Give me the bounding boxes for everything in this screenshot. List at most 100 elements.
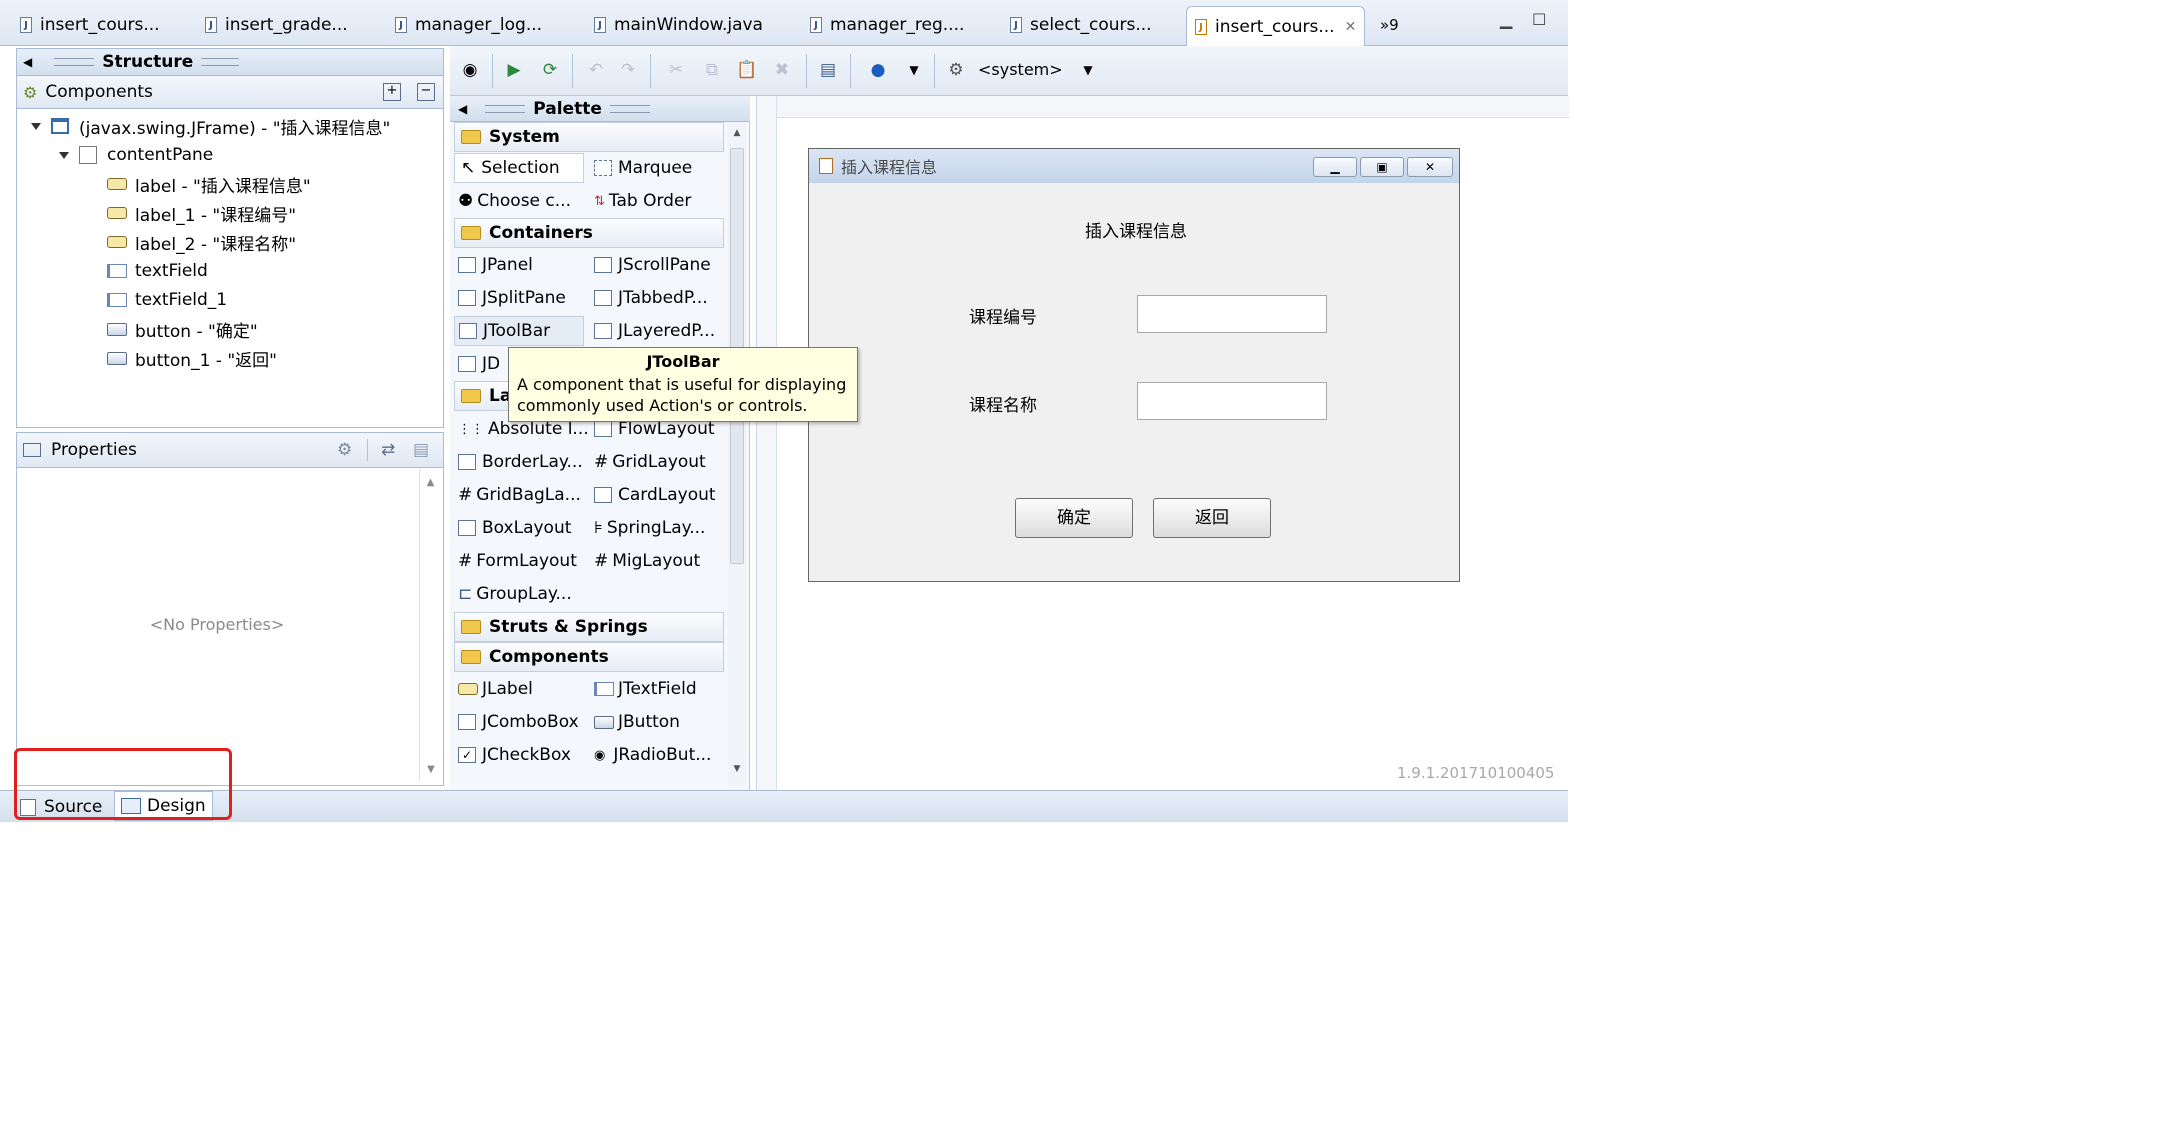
editor-tab-insert-course-active[interactable]: Jinsert_cours... ✕ <box>1186 6 1366 47</box>
tree-expander-icon[interactable] <box>31 122 41 130</box>
no-properties-text: <No Properties> <box>149 615 285 634</box>
scroll-down-icon[interactable]: ▼ <box>728 764 746 774</box>
expand-all-icon[interactable]: + <box>383 83 401 101</box>
palette-item-formlayout[interactable]: # FormLayout <box>458 546 577 576</box>
palette-item-boxlayout[interactable]: BoxLayout <box>458 513 571 543</box>
editor-tab-insert-course[interactable]: Jinsert_cours... <box>20 8 160 42</box>
palette-item-jcheckbox[interactable]: ✓ JCheckBox <box>458 740 571 770</box>
tab-order-icon[interactable]: ▤ <box>816 58 840 82</box>
test-gui-icon[interactable]: ◉ <box>458 58 482 82</box>
look-and-feel-selector[interactable]: <system> <box>978 60 1063 79</box>
collapse-left-icon[interactable]: ◀ <box>23 55 32 69</box>
ok-button[interactable]: 确定 <box>1015 498 1133 538</box>
editor-tab-select-course[interactable]: Jselect_cours... <box>1010 8 1152 42</box>
course-code-field[interactable] <box>1137 295 1327 333</box>
frame-maximize-icon[interactable]: ▣ <box>1360 157 1404 177</box>
collapse-palette-icon[interactable]: ◀ <box>458 102 467 116</box>
collapse-all-icon[interactable]: − <box>417 83 435 101</box>
palette-item-borderlayout[interactable]: BorderLay... <box>458 447 583 477</box>
globe-dropdown-icon[interactable]: ▼ <box>902 58 926 82</box>
drag-grip-icon[interactable] <box>485 104 526 113</box>
goto-definition-icon[interactable]: ⇄ <box>381 440 395 460</box>
editor-tab-main-window[interactable]: JmainWindow.java <box>594 8 763 42</box>
tree-item-button-1[interactable]: button_1 - "返回" <box>107 345 277 371</box>
look-and-feel-dropdown-icon[interactable]: ▼ <box>1076 58 1100 82</box>
heading-label: 插入课程信息 <box>1085 222 1187 242</box>
palette-category-system[interactable]: System <box>454 122 724 152</box>
palette-item-selection[interactable]: ↖ Selection <box>454 153 584 183</box>
palette-item-tab-order[interactable]: ⇅ Tab Order <box>594 186 691 216</box>
drag-grip-icon[interactable] <box>609 104 650 113</box>
properties-scrollbar[interactable]: ▲ ▼ <box>419 469 441 781</box>
tree-item-label-2[interactable]: label_2 - "课程名称" <box>107 229 296 255</box>
palette-item-jpanel[interactable]: JPanel <box>458 250 533 280</box>
palette-item-jlabel[interactable]: JLabel <box>458 674 533 704</box>
minimize-icon[interactable]: ▁ <box>1500 10 1512 29</box>
palette-item-jbutton[interactable]: JButton <box>594 707 680 737</box>
palette-item-miglayout[interactable]: # MigLayout <box>594 546 700 576</box>
palette-item-jsplitpane[interactable]: JSplitPane <box>458 283 566 313</box>
tree-item-contentpane[interactable]: contentPane <box>59 142 213 168</box>
tree-item-jframe[interactable]: (javax.swing.JFrame) - "插入课程信息" <box>31 113 390 139</box>
copy-icon[interactable]: ⧉ <box>700 58 724 82</box>
scroll-down-icon[interactable]: ▼ <box>420 764 442 775</box>
palette-item-choose-component[interactable]: ⚉ Choose c... <box>458 186 571 216</box>
frame-minimize-icon[interactable]: ▁ <box>1313 157 1357 177</box>
palette-item-jradiobutton[interactable]: ◉ JRadioBut... <box>594 740 711 770</box>
palette-item-grouplayout[interactable]: ⊏ GroupLay... <box>458 579 572 609</box>
show-advanced-icon[interactable]: ▤ <box>413 440 429 460</box>
jlabel-icon <box>107 178 127 190</box>
redo-icon[interactable]: ↷ <box>616 58 640 82</box>
palette-item-jdesktoppane[interactable]: JD <box>458 349 500 379</box>
back-button[interactable]: 返回 <box>1153 498 1271 538</box>
palette-category-containers[interactable]: Containers <box>454 218 724 248</box>
palette-item-gridbaglayout[interactable]: # GridBagLa... <box>458 480 581 510</box>
editor-tab-manager-register[interactable]: Jmanager_reg.... <box>810 8 964 42</box>
palette-item-jtextfield[interactable]: JTextField <box>594 674 697 704</box>
jframe-preview[interactable]: 插入课程信息 ▁ ▣ ✕ 插入课程信息 课程编号 课程名称 确定 返回 <box>808 148 1460 582</box>
boxlayout-icon <box>458 520 476 536</box>
tree-item-button[interactable]: button - "确定" <box>107 316 258 342</box>
folder-icon <box>461 130 481 144</box>
palette-item-jtoolbar[interactable]: JToolBar <box>454 316 584 346</box>
drag-grip-icon[interactable] <box>54 58 95 66</box>
jtextfield-icon <box>594 682 614 696</box>
preview-icon[interactable]: ▶ <box>502 58 526 82</box>
palette-scrollbar[interactable]: ▲ ▼ <box>728 122 746 786</box>
palette-item-springlayout[interactable]: ⊧ SpringLay... <box>594 513 705 543</box>
cut-icon[interactable]: ✂ <box>664 58 688 82</box>
tabs-overflow-button[interactable]: »9 <box>1380 8 1399 42</box>
look-and-feel-icon[interactable]: ⚙ <box>944 58 968 82</box>
tree-item-label[interactable]: label - "插入课程信息" <box>107 171 311 197</box>
editor-tab-insert-grade[interactable]: Jinsert_grade... <box>205 8 348 42</box>
drag-grip-icon[interactable] <box>201 58 240 66</box>
tree-item-textfield-1[interactable]: textField_1 <box>107 287 227 313</box>
palette-category-struts-springs[interactable]: Struts & Springs <box>454 612 724 642</box>
delete-icon[interactable]: ✖ <box>770 58 794 82</box>
show-events-icon[interactable]: ⚙ <box>337 440 352 460</box>
palette-item-jcombobox[interactable]: JComboBox <box>458 707 579 737</box>
palette-item-marquee[interactable]: Marquee <box>594 153 692 183</box>
java-file-icon: J <box>395 17 407 33</box>
scroll-up-icon[interactable]: ▲ <box>420 477 441 488</box>
tree-expander-icon[interactable] <box>59 151 69 159</box>
editor-tab-manager-login[interactable]: Jmanager_log... <box>395 8 542 42</box>
jlabel-icon <box>107 236 127 248</box>
palette-category-components[interactable]: Components <box>454 642 724 672</box>
palette-item-jtabbedpane[interactable]: JTabbedP... <box>594 283 708 313</box>
palette-item-jlayeredpane[interactable]: JLayeredP... <box>594 316 715 346</box>
close-tab-icon[interactable]: ✕ <box>1345 19 1357 35</box>
undo-icon[interactable]: ↶ <box>584 58 608 82</box>
paste-icon[interactable]: 📋 <box>735 58 759 82</box>
refresh-icon[interactable]: ⟳ <box>538 58 562 82</box>
tree-item-label-1[interactable]: label_1 - "课程编号" <box>107 200 296 226</box>
scroll-up-icon[interactable]: ▲ <box>728 128 746 138</box>
maximize-icon[interactable]: ☐ <box>1532 10 1546 29</box>
course-name-field[interactable] <box>1137 382 1327 420</box>
palette-item-cardlayout[interactable]: CardLayout <box>594 480 716 510</box>
globe-icon[interactable]: ● <box>866 58 890 82</box>
palette-item-gridlayout[interactable]: # GridLayout <box>594 447 706 477</box>
frame-close-icon[interactable]: ✕ <box>1407 157 1453 177</box>
tree-item-textfield[interactable]: textField <box>107 258 208 284</box>
palette-item-jscrollpane[interactable]: JScrollPane <box>594 250 711 280</box>
